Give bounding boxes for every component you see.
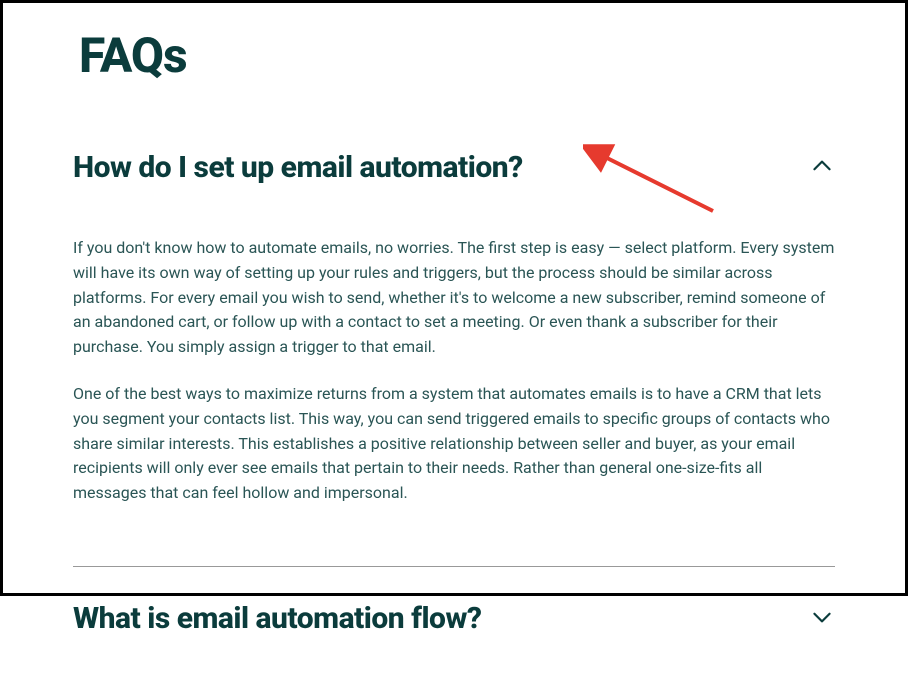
faq-question: What is email automation flow? <box>73 601 481 637</box>
faq-toggle-setup[interactable]: How do I set up email automation? <box>73 140 835 206</box>
faq-item-flow: What is email automation flow? <box>73 591 835 687</box>
faq-toggle-flow[interactable]: What is email automation flow? <box>73 591 835 657</box>
chevron-up-icon <box>809 153 835 183</box>
faq-paragraph: If you don't know how to automate emails… <box>73 236 835 360</box>
divider <box>73 566 835 567</box>
faq-answer: If you don't know how to automate emails… <box>73 206 835 506</box>
faq-item-setup: How do I set up email automation? If you… <box>73 140 835 558</box>
page-title: FAQs <box>79 27 835 84</box>
faq-question: How do I set up email automation? <box>73 150 523 186</box>
chevron-down-icon <box>809 604 835 634</box>
faq-paragraph: One of the best ways to maximize returns… <box>73 382 835 506</box>
faq-section: FAQs How do I set up email automation? I… <box>0 0 908 596</box>
